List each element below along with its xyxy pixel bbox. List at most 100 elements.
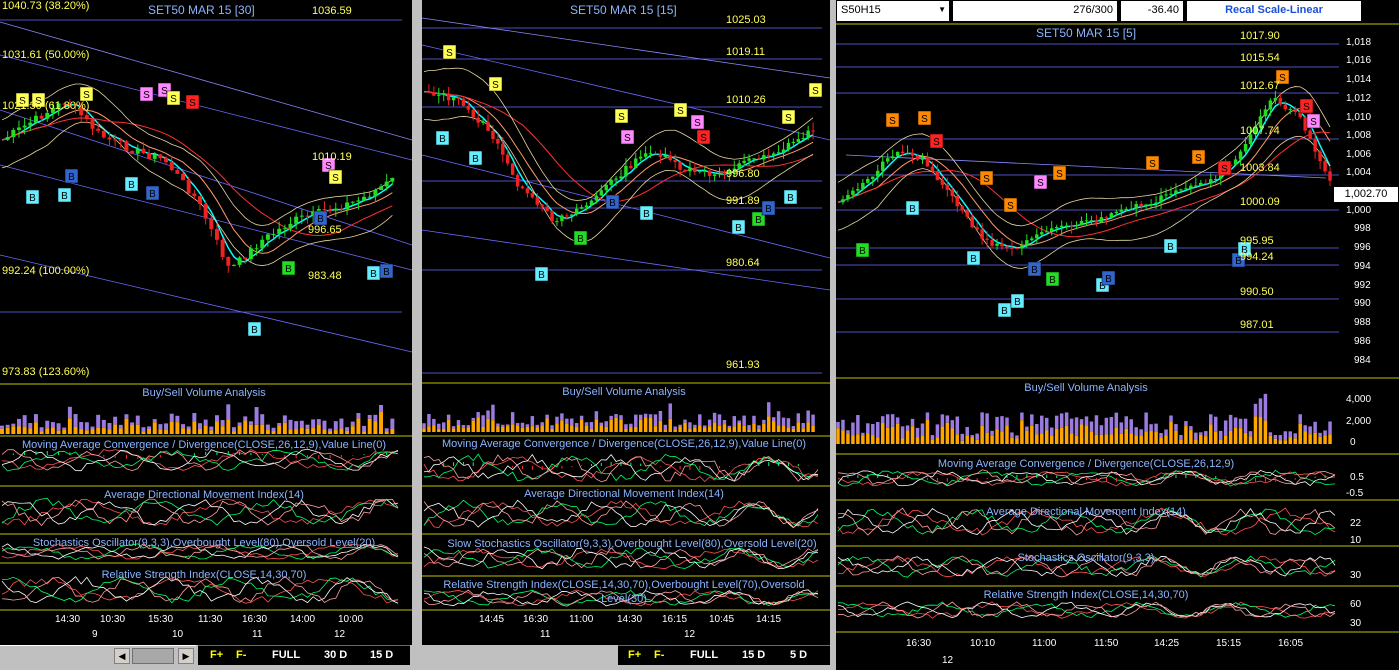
y-axis-tick: 1,016 <box>1346 55 1372 66</box>
volume-bar-buy <box>925 419 930 444</box>
candle-body <box>1189 185 1193 189</box>
chevron-down-icon[interactable]: ▼ <box>938 5 946 14</box>
time-label: 10:30 <box>100 614 126 625</box>
volume-bar-sell <box>164 423 169 430</box>
buy-signal-label: B <box>61 191 68 202</box>
volume-bar-buy <box>1079 424 1084 444</box>
volume-bar-buy <box>1154 431 1158 444</box>
symbol-select[interactable]: S50H15 ▼ <box>836 0 950 22</box>
chart-title: SET50 MAR 15 [5] <box>1036 26 1137 40</box>
rsi-subtitle: Relative Strength Index(CLOSE,14,30,70),… <box>443 579 805 605</box>
recal-scale-button[interactable]: Recal Scale-Linear <box>1186 0 1362 22</box>
candle-body <box>609 179 613 185</box>
volume-bar-buy <box>226 419 231 434</box>
candle-body <box>28 122 33 126</box>
candle-body <box>965 210 969 217</box>
period-30d-button[interactable]: 30 D <box>324 649 347 661</box>
candle-body <box>1199 182 1203 186</box>
volume-bar-sell <box>1204 431 1208 437</box>
candle-body <box>1268 100 1273 110</box>
volume-bar-buy <box>975 439 979 444</box>
volume-bar-buy <box>1263 420 1268 444</box>
zoom-in-button[interactable]: F+ <box>628 649 641 661</box>
scroll-left-button[interactable]: ◀ <box>114 648 130 664</box>
sell-signal-label: S <box>677 106 684 117</box>
volume-bar-buy <box>940 426 945 444</box>
sell-signal-label: S <box>1279 73 1286 84</box>
volume-bar-sell <box>565 418 569 424</box>
volume-bar-buy <box>935 437 940 444</box>
candle-body <box>975 227 979 230</box>
macd-axis-tick: -0.5 <box>1346 488 1364 499</box>
volume-bar-buy <box>1129 433 1133 444</box>
volume-bar-sell <box>373 414 378 422</box>
chart-panel-30min[interactable]: SSSSSSSSSBBBBBBBBBB SET50 MAR 15 [30] 10… <box>0 0 412 645</box>
volume-bar-buy <box>604 426 608 432</box>
period-5d-button[interactable]: 5 D <box>790 649 807 661</box>
volume-bar-buy <box>950 428 955 444</box>
volume-bar-buy <box>520 427 525 432</box>
candle-body <box>985 238 989 241</box>
volume-bar-sell <box>1049 427 1054 436</box>
volume-bar-buy <box>62 429 67 434</box>
volume-bar-sell <box>1094 415 1099 435</box>
full-view-button[interactable]: FULL <box>690 649 718 661</box>
volume-bar-sell <box>384 428 389 432</box>
candle-body <box>895 151 900 157</box>
volume-bar-buy <box>846 433 850 444</box>
volume-bar-sell <box>466 425 471 428</box>
volume-bar-sell <box>1000 416 1004 432</box>
volume-bar-buy <box>73 426 78 434</box>
volume-bar-buy <box>1159 437 1163 444</box>
volume-bar-buy <box>707 426 712 432</box>
volume-bar-buy <box>1015 438 1019 444</box>
candle-body <box>752 158 756 160</box>
chart-canvas-5min[interactable]: S SSSSSSSSSSSSBBBBBBBBBBBB <box>836 0 1399 670</box>
volume-bar-buy <box>624 428 628 432</box>
zoom-out-button[interactable]: F- <box>236 649 246 661</box>
volume-bar-sell <box>1169 415 1173 423</box>
trend-line <box>422 229 830 291</box>
volume-bar-buy <box>880 422 885 444</box>
volume-bar-sell <box>501 424 505 427</box>
volume-bar-sell <box>113 416 118 425</box>
horizontal-scrollbar[interactable]: ◀ ▶ <box>0 645 196 665</box>
buy-signal-label: B <box>970 254 977 265</box>
scroll-right-button[interactable]: ▶ <box>178 648 194 664</box>
candle-body <box>226 256 231 266</box>
volume-bar-buy <box>345 430 350 434</box>
volume-bar-sell <box>203 419 208 426</box>
candle-body <box>147 153 152 159</box>
period-15d-button[interactable]: 15 D <box>370 649 393 661</box>
volume-bar-sell <box>940 414 945 427</box>
scroll-thumb[interactable] <box>132 648 174 664</box>
volume-bar-sell <box>1015 435 1019 439</box>
period-15d-button[interactable]: 15 D <box>742 649 765 661</box>
zoom-out-button[interactable]: F- <box>654 649 664 661</box>
volume-bar-sell <box>1074 417 1079 436</box>
stoch-axis-tick: 30 <box>1350 570 1362 581</box>
chart-panel-5min[interactable]: SSSSSSSSSSSSSBBBBBBBBBBBB S50H15 ▼ 276/30… <box>836 0 1399 670</box>
time-label: 14:25 <box>1154 638 1180 649</box>
zoom-in-button[interactable]: F+ <box>210 649 223 661</box>
volume-bar-sell <box>367 414 372 419</box>
full-view-button[interactable]: FULL <box>272 649 300 661</box>
volume-bar-sell <box>328 428 333 432</box>
fib-level-label: 992.24 (100.00%) <box>2 265 90 277</box>
volume-bar-sell <box>1040 415 1044 434</box>
volume-bar-buy <box>1189 430 1193 444</box>
volume-bar-buy <box>209 430 214 434</box>
sell-signal-label: S <box>492 80 499 91</box>
volume-bar-sell <box>362 425 367 432</box>
candle-body <box>1213 178 1218 180</box>
volume-bar-buy <box>28 428 33 434</box>
chart-panel-15min[interactable]: SSSSSSSSSBBBBBBBBBB SET50 MAR 15 [15] 10… <box>422 0 830 645</box>
time-label: 15:15 <box>1216 638 1242 649</box>
candle-body <box>113 139 118 141</box>
price-level-label: 980.64 <box>726 257 760 269</box>
candle-body <box>1089 220 1094 222</box>
volume-bar-sell <box>1059 413 1064 428</box>
volume-bar-buy <box>113 424 118 434</box>
adx-axis-tick: 10 <box>1350 535 1362 546</box>
time-label: 11:00 <box>1032 638 1057 649</box>
